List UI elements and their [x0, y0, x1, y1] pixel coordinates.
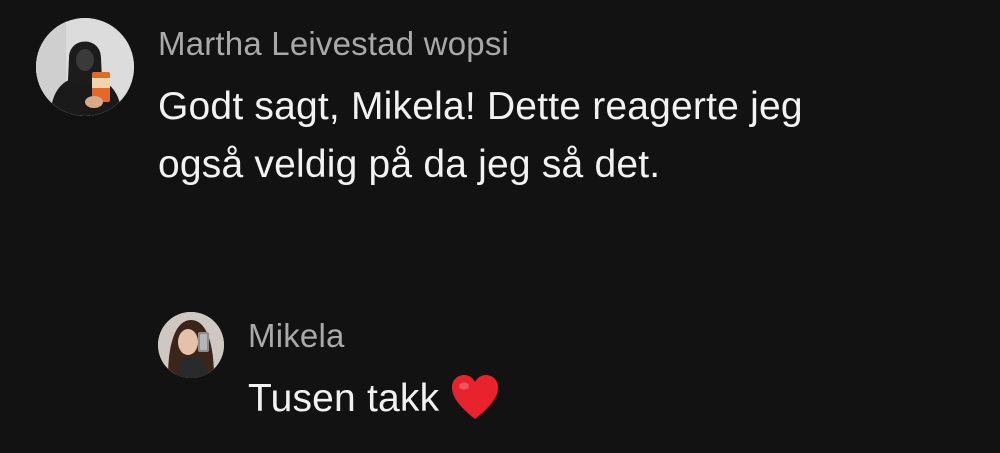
reply-text: Tusen takk [248, 370, 501, 428]
reply-text-content: Tusen takk [248, 377, 440, 420]
avatar[interactable] [158, 312, 224, 378]
comment-text-line: Godt sagt, Mikela! Dette reagerte jeg [158, 85, 803, 128]
avatar[interactable] [36, 18, 134, 116]
comment-text-line: også veldig på da jeg så det. [158, 143, 661, 186]
avatar-image [36, 18, 134, 116]
reply-username[interactable]: Mikela [248, 316, 501, 356]
avatar-image [158, 312, 224, 378]
comment-username[interactable]: Martha Leivestad wopsi [158, 24, 803, 64]
red-heart-icon [449, 373, 501, 421]
comment-text: Godt sagt, Mikela! Dette reagerte jeg og… [158, 78, 803, 194]
